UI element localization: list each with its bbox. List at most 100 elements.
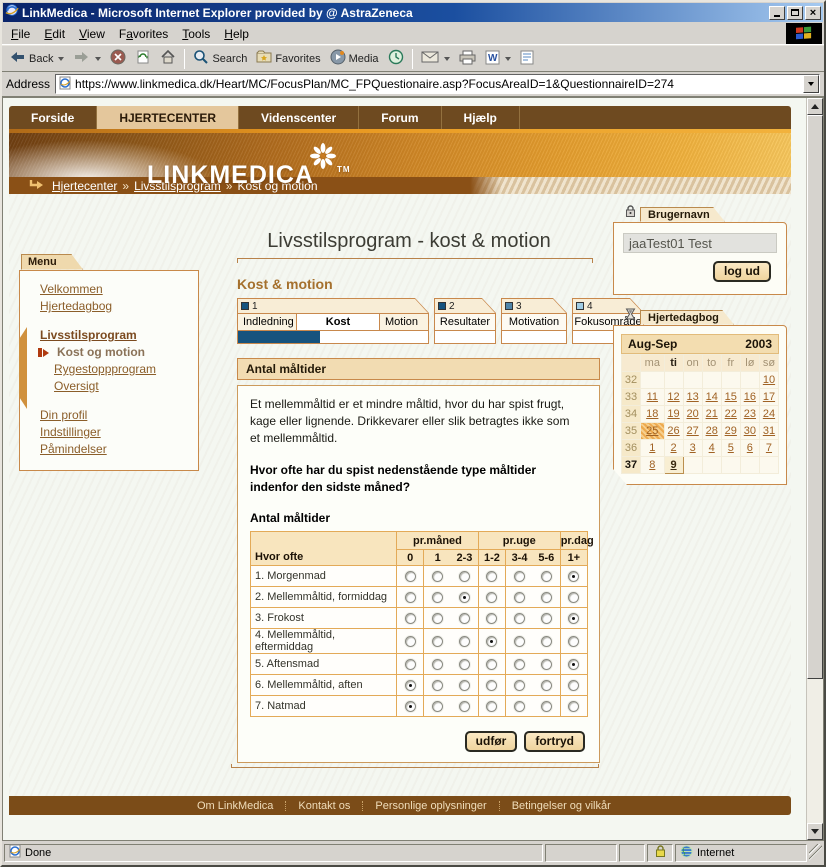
nav-tab-hjælp[interactable]: Hjælp — [442, 106, 520, 129]
submit-button[interactable]: udfør — [465, 731, 518, 752]
menu-tools[interactable]: Tools — [175, 24, 217, 44]
address-dropdown-button[interactable] — [803, 75, 819, 93]
radio-row4-5-6[interactable] — [541, 636, 552, 647]
radio-row5-3-4[interactable] — [514, 659, 525, 670]
calendar-day-2[interactable]: 2 — [664, 440, 683, 457]
radio-row1-1-2[interactable] — [486, 571, 497, 582]
toolbar-favorites-button[interactable]: Favorites — [252, 47, 324, 71]
toolbar-print-button[interactable] — [455, 47, 480, 71]
sidebar-item-livsstilsprogram[interactable]: Livsstilsprogram — [40, 327, 190, 344]
calendar-day-31[interactable]: 31 — [759, 423, 778, 440]
calendar-day-22[interactable]: 22 — [721, 406, 740, 423]
calendar-day-21[interactable]: 21 — [702, 406, 721, 423]
radio-row2-5-6[interactable] — [541, 592, 552, 603]
calendar-day-17[interactable]: 17 — [759, 389, 778, 406]
step-tab-2[interactable]: 2Resultater — [434, 298, 496, 344]
radio-row6-1[interactable] — [432, 680, 443, 691]
logout-button[interactable]: log ud — [713, 261, 771, 282]
radio-row1-1+[interactable] — [568, 571, 579, 582]
footer-link-personlige-oplysninger[interactable]: Personlige oplysninger — [375, 800, 486, 812]
calendar-day-6[interactable]: 6 — [740, 440, 759, 457]
toolbar-search-button[interactable]: Search — [189, 47, 251, 71]
toolbar-back-button[interactable]: Back — [5, 47, 68, 71]
sidebar-item-rygestoppprogram[interactable]: Rygestoppprogram — [54, 361, 190, 378]
radio-row3-2-3[interactable] — [459, 613, 470, 624]
resize-grip[interactable] — [809, 844, 822, 862]
step-cell-indledning[interactable]: Indledning — [238, 314, 296, 330]
radio-row1-3-4[interactable] — [514, 571, 525, 582]
sidebar-item-hjertedagbog[interactable]: Hjertedagbog — [40, 298, 190, 315]
radio-row5-1-2[interactable] — [486, 659, 497, 670]
radio-row5-1+[interactable] — [568, 659, 579, 670]
radio-row4-2-3[interactable] — [459, 636, 470, 647]
radio-row2-1[interactable] — [432, 592, 443, 603]
calendar-day-29[interactable]: 29 — [721, 423, 740, 440]
menu-view[interactable]: View — [72, 24, 112, 44]
calendar-day-12[interactable]: 12 — [664, 389, 683, 406]
calendar-day-4[interactable]: 4 — [702, 440, 721, 457]
calendar-day-25[interactable]: 25 — [641, 423, 664, 440]
toolbar-home-button[interactable] — [156, 47, 180, 71]
sidebar-item-kost-og-motion[interactable]: Kost og motion — [54, 344, 190, 361]
toolbar-discuss-button[interactable] — [516, 47, 538, 71]
radio-row5-1[interactable] — [432, 659, 443, 670]
calendar-day-15[interactable]: 15 — [721, 389, 740, 406]
scroll-up-button[interactable] — [807, 98, 823, 115]
calendar-day-13[interactable]: 13 — [683, 389, 702, 406]
radio-row7-3-4[interactable] — [514, 701, 525, 712]
scrollbar-thumb[interactable] — [807, 115, 823, 679]
toolbar-history-button[interactable] — [384, 47, 408, 71]
radio-row6-0[interactable] — [405, 680, 416, 691]
nav-tab-hjertecenter[interactable]: HJERTECENTER — [97, 106, 239, 129]
calendar-day-3[interactable]: 3 — [683, 440, 702, 457]
radio-row7-1[interactable] — [432, 701, 443, 712]
sidebar-item-velkommen[interactable]: Velkommen — [40, 281, 190, 298]
maximize-button[interactable] — [787, 6, 803, 20]
radio-row6-5-6[interactable] — [541, 680, 552, 691]
radio-row3-1-2[interactable] — [486, 613, 497, 624]
radio-row3-0[interactable] — [405, 613, 416, 624]
calendar-day-18[interactable]: 18 — [641, 406, 664, 423]
radio-row7-1+[interactable] — [568, 701, 579, 712]
menu-help[interactable]: Help — [217, 24, 256, 44]
calendar-day-23[interactable]: 23 — [740, 406, 759, 423]
radio-row2-2-3[interactable] — [459, 592, 470, 603]
toolbar-forward-button[interactable] — [69, 47, 105, 71]
calendar-day-28[interactable]: 28 — [702, 423, 721, 440]
calendar-day-19[interactable]: 19 — [664, 406, 683, 423]
menu-favorites[interactable]: Favorites — [112, 24, 175, 44]
calendar-day-7[interactable]: 7 — [759, 440, 778, 457]
step-cell-kost[interactable]: Kost — [296, 314, 380, 330]
radio-row1-0[interactable] — [405, 571, 416, 582]
footer-link-betingelser-og-vilk-r[interactable]: Betingelser og vilkår — [512, 800, 611, 812]
radio-row2-0[interactable] — [405, 592, 416, 603]
sidebar-item-p-mindelser[interactable]: Påmindelser — [40, 441, 190, 458]
step-tab-3[interactable]: 3Motivation — [501, 298, 567, 344]
radio-row4-1[interactable] — [432, 636, 443, 647]
calendar-day-10[interactable]: 10 — [759, 372, 778, 389]
radio-row1-5-6[interactable] — [541, 571, 552, 582]
calendar-day-20[interactable]: 20 — [683, 406, 702, 423]
calendar-day-16[interactable]: 16 — [740, 389, 759, 406]
radio-row7-5-6[interactable] — [541, 701, 552, 712]
radio-row6-3-4[interactable] — [514, 680, 525, 691]
radio-row7-2-3[interactable] — [459, 701, 470, 712]
calendar-day-8[interactable]: 8 — [641, 457, 664, 474]
footer-link-kontakt-os[interactable]: Kontakt os — [298, 800, 350, 812]
footer-link-om-linkmedica[interactable]: Om LinkMedica — [197, 800, 273, 812]
radio-row2-1-2[interactable] — [486, 592, 497, 603]
radio-row4-1+[interactable] — [568, 636, 579, 647]
menu-file[interactable]: File — [4, 24, 37, 44]
radio-row4-1-2[interactable] — [486, 636, 497, 647]
sidebar-item-din-profil[interactable]: Din profil — [40, 407, 190, 424]
nav-tab-forum[interactable]: Forum — [359, 106, 441, 129]
close-button[interactable]: × — [805, 6, 821, 20]
dropdown-arrow-icon[interactable] — [58, 57, 64, 61]
radio-row1-2-3[interactable] — [459, 571, 470, 582]
menu-edit[interactable]: Edit — [37, 24, 72, 44]
calendar-day-24[interactable]: 24 — [759, 406, 778, 423]
dropdown-arrow-icon[interactable] — [95, 57, 101, 61]
calendar-day-9[interactable]: 9 — [664, 457, 683, 474]
cancel-button[interactable]: fortryd — [524, 731, 585, 752]
radio-row5-2-3[interactable] — [459, 659, 470, 670]
